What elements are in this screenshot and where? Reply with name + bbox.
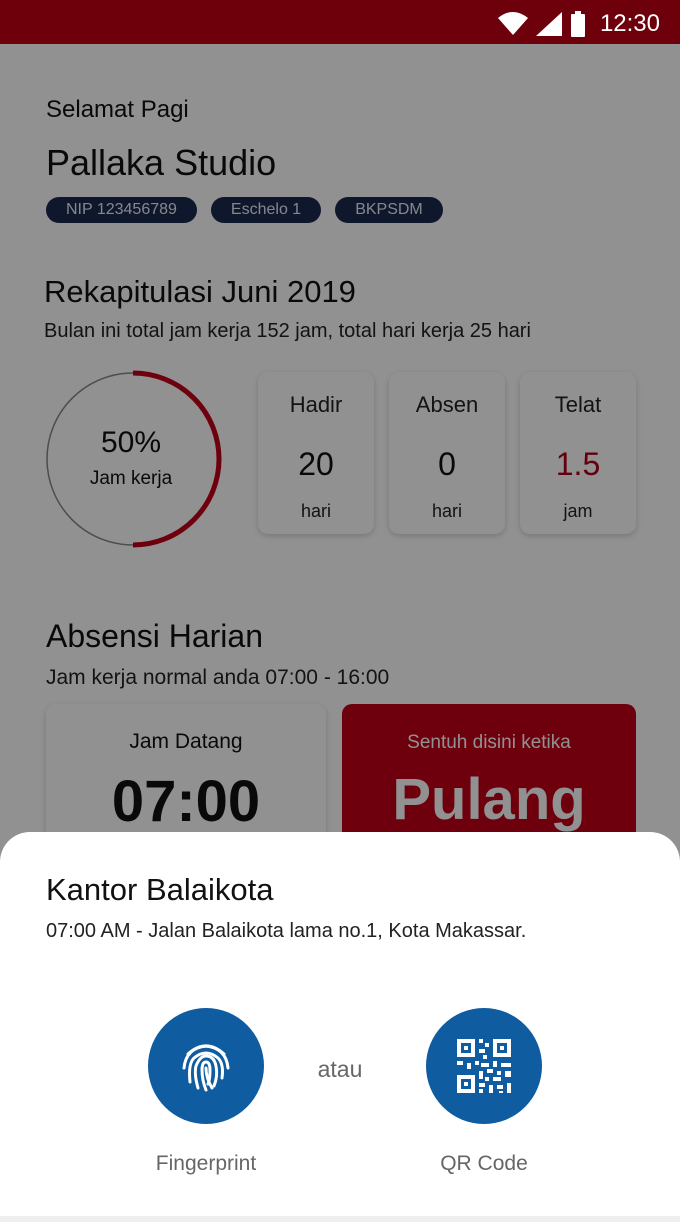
fingerprint-icon (182, 1044, 230, 1092)
fingerprint-option[interactable]: Fingerprint (106, 1008, 306, 1176)
status-icons: 12:30 (497, 10, 660, 38)
location-subtitle: 07:00 AM - Jalan Balaikota lama no.1, Ko… (46, 920, 527, 942)
fingerprint-label: Fingerprint (155, 1152, 257, 1175)
qr-code-icon (457, 1039, 511, 1093)
qr-code-option[interactable]: QR Code (384, 1008, 584, 1176)
status-time: 12:30 (599, 10, 660, 37)
qr-code-label: QR Code (440, 1152, 528, 1175)
qr-code-button[interactable] (426, 1008, 542, 1124)
signal-icon (535, 12, 562, 36)
location-title: Kantor Balaikota (46, 872, 274, 907)
system-nav-bar (0, 1216, 680, 1222)
battery-icon (570, 11, 585, 37)
separator-text: atau (317, 1056, 363, 1082)
wifi-icon (497, 12, 528, 35)
status-bar: 12:30 (0, 0, 680, 44)
bottom-sheet: Kantor Balaikota 07:00 AM - Jalan Balaik… (0, 832, 680, 1222)
fingerprint-button[interactable] (148, 1008, 264, 1124)
